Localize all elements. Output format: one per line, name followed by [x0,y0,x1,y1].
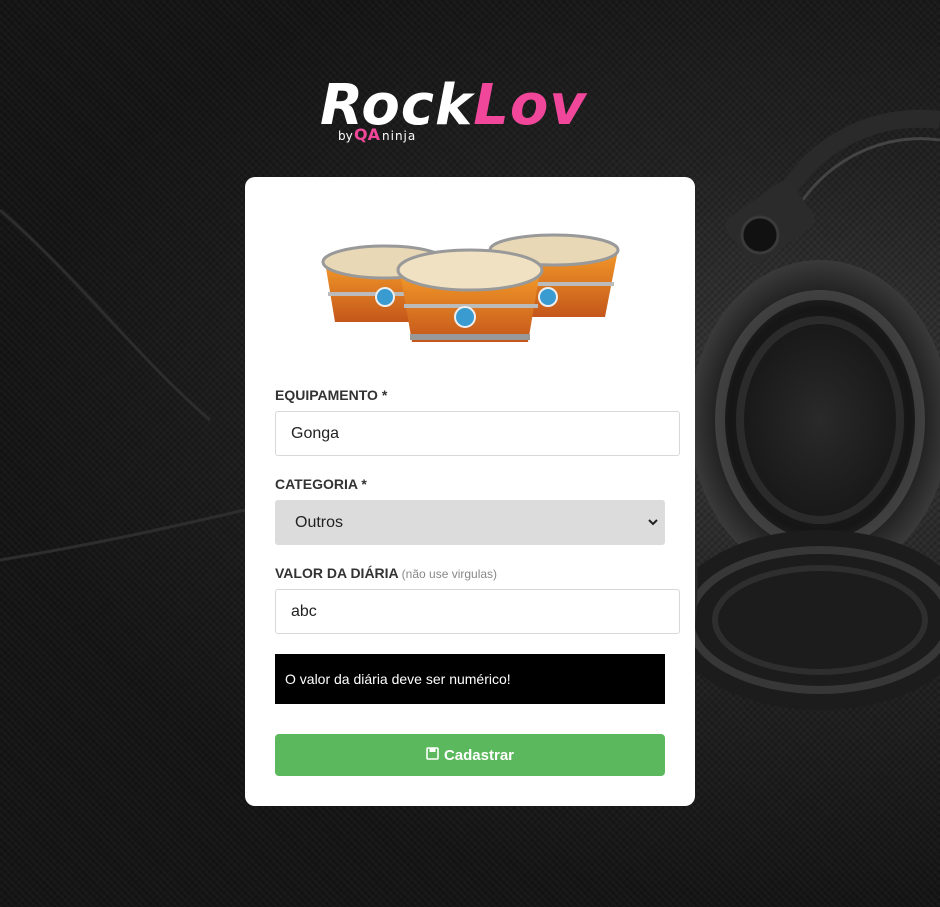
equipment-form-card: EQUIPAMENTO * CATEGORIA * Outros VALOR D… [245,177,695,806]
validation-error-alert: O valor da diária deve ser numérico! [275,654,665,704]
save-icon [426,746,439,760]
submit-button-label: Cadastrar [443,746,515,764]
logo-qa: QA [354,125,380,144]
category-select[interactable]: Outros [275,500,665,545]
daily-value-hint: (não use virgulas) [401,567,498,581]
daily-value-label-text: VALOR DA DIÁRIA [275,565,399,581]
chevron-down-icon [648,519,658,526]
logo-lov: Lov [473,73,587,138]
validation-error-text: O valor da diária deve ser numérico! [285,671,511,687]
category-label: CATEGORIA * [275,476,367,492]
submit-button[interactable]: Cadastrar [275,734,665,776]
equipment-thumbnail-image [321,233,620,342]
logo-ninja: ninja [382,129,417,143]
logo-by: by [338,129,353,143]
daily-value-label: VALOR DA DIÁRIA (não use virgulas) [275,565,497,581]
daily-value-input[interactable] [275,589,680,634]
rocklov-logo: RockLov by QA ninja [318,72,623,152]
equipment-name-input[interactable] [275,411,680,456]
equipment-label: EQUIPAMENTO * [275,387,388,403]
category-selected-value: Outros [295,513,344,531]
